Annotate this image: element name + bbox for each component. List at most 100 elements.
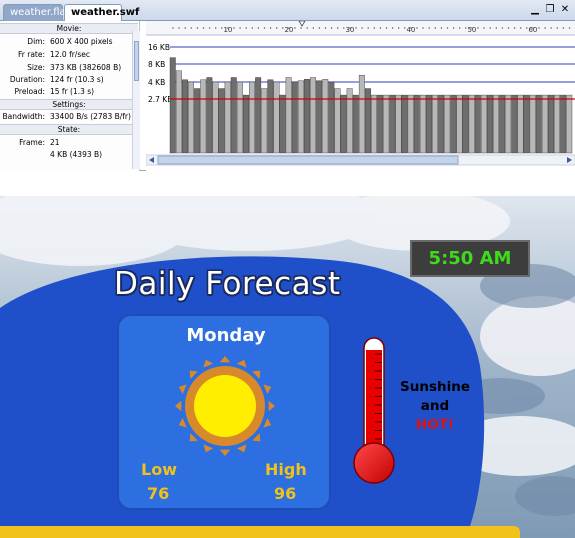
frame-bar[interactable]	[200, 79, 207, 154]
frame-bar[interactable]	[182, 79, 188, 154]
frame-bar[interactable]	[352, 94, 359, 154]
sun-ray	[203, 359, 214, 368]
movie-stage: 5:50 AM Daily Forecast Monday Low 76 Hig…	[0, 196, 575, 538]
frame-bar[interactable]	[230, 77, 237, 154]
frame-bar[interactable]	[432, 94, 438, 154]
frame-bar[interactable]	[358, 75, 365, 154]
frame-bar[interactable]	[279, 94, 286, 154]
ruler-label: 20	[284, 26, 293, 34]
frame-bar[interactable]	[535, 94, 542, 154]
frame-bar[interactable]	[249, 81, 256, 154]
frame-bar[interactable]	[541, 94, 548, 154]
frame-bar[interactable]	[236, 81, 243, 154]
y-axis-label: 8 KB	[148, 60, 165, 69]
duration-label: Duration:	[9, 75, 45, 84]
frame-bar[interactable]	[285, 77, 292, 154]
frame-bar[interactable]	[224, 81, 231, 154]
ruler-tick	[257, 27, 260, 29]
frame-bar[interactable]	[371, 94, 378, 154]
restore-icon[interactable]: ❐	[544, 4, 556, 16]
frame-bar[interactable]	[401, 94, 408, 154]
frame-bar[interactable]	[267, 79, 274, 154]
ruler-tick	[318, 27, 321, 29]
frame-bar[interactable]	[493, 94, 499, 154]
graph-hscrollbar-thumb[interactable]	[157, 155, 459, 165]
frame-bar[interactable]	[218, 88, 225, 154]
frame-bar[interactable]	[291, 81, 298, 154]
info-scrollbar[interactable]	[132, 31, 140, 169]
frame-bar[interactable]	[175, 70, 182, 154]
frame-bar[interactable]	[261, 88, 268, 154]
frame-bar[interactable]	[511, 94, 518, 154]
high-value: 96	[274, 484, 297, 503]
frame-bar[interactable]	[328, 81, 335, 154]
frame-bar[interactable]	[255, 77, 262, 154]
sun-ray	[203, 444, 214, 453]
frame-bar[interactable]	[487, 94, 493, 154]
frame-bar[interactable]	[480, 94, 487, 154]
frame-bar[interactable]	[395, 94, 402, 154]
frame-bar[interactable]	[560, 94, 567, 154]
frame-bar[interactable]	[188, 81, 194, 154]
frame-bar[interactable]	[444, 94, 451, 154]
frame-bar[interactable]	[383, 94, 390, 154]
frame-bar[interactable]	[340, 94, 347, 154]
day-card: Monday Low 76 High 96	[117, 314, 331, 510]
frame-bar[interactable]	[523, 94, 530, 154]
info-scrollbar-thumb[interactable]	[134, 41, 139, 81]
frame-bar[interactable]	[297, 80, 304, 154]
sun-ray	[236, 359, 247, 368]
frame-bar[interactable]	[303, 79, 310, 154]
frame-bar[interactable]	[413, 94, 420, 154]
tab-weather-swf[interactable]: weather.swf	[64, 4, 139, 21]
close-icon[interactable]: ✕	[559, 4, 571, 16]
frame-bar[interactable]	[322, 79, 329, 154]
minimize-icon[interactable]: ▁	[529, 4, 541, 16]
frame-bar[interactable]	[316, 80, 323, 154]
ruler-tick	[208, 27, 211, 29]
frame-bar[interactable]	[377, 94, 384, 154]
frame-bar[interactable]	[206, 77, 213, 154]
ruler-tick	[544, 27, 546, 29]
frame-bar[interactable]	[334, 88, 341, 154]
frame-bar[interactable]	[364, 88, 371, 154]
frame-bar[interactable]	[169, 57, 176, 154]
ruler-tick	[556, 27, 558, 29]
tab-weather-fla[interactable]: weather.fla*	[3, 4, 71, 21]
frame-bar[interactable]	[310, 77, 317, 154]
info-row-frame-size: 4 KB (4393 B)	[0, 149, 138, 161]
ruler-tick	[465, 27, 467, 29]
frame-bar[interactable]	[212, 81, 219, 154]
frame-bar[interactable]	[419, 94, 426, 154]
frame-bar[interactable]	[554, 94, 560, 154]
frame-bar[interactable]	[566, 94, 573, 154]
ruler-tick	[434, 27, 436, 29]
ruler-tick	[330, 27, 333, 29]
frame-bar[interactable]	[499, 94, 506, 154]
ruler-tick	[306, 27, 308, 29]
frame-bar[interactable]	[389, 94, 396, 154]
frame-bar[interactable]	[529, 94, 536, 154]
frame-bar[interactable]	[242, 94, 249, 154]
frame-bar[interactable]	[450, 94, 457, 154]
frame-bar[interactable]	[462, 94, 469, 154]
frame-bar[interactable]	[407, 94, 414, 154]
sun-ray	[263, 417, 272, 428]
frame-bar[interactable]	[468, 94, 475, 154]
ruler-tick	[245, 27, 247, 29]
frame-bar[interactable]	[346, 88, 353, 154]
bandwidth-graph[interactable]: 10 20 30 40 50 60 16 KB 8 KB 4 KB 2.7 KB	[146, 21, 575, 171]
frame-bar[interactable]	[517, 94, 524, 154]
ruler-tick	[263, 27, 266, 29]
frame-bar[interactable]	[438, 94, 445, 154]
frame-bar[interactable]	[548, 94, 554, 154]
frame-bar[interactable]	[426, 94, 432, 154]
frame-bar[interactable]	[273, 81, 280, 154]
frame-ruler[interactable]	[146, 21, 575, 35]
frame-bar[interactable]	[474, 94, 481, 154]
ruler-label: 30	[345, 26, 354, 34]
frame-bar[interactable]	[456, 94, 463, 154]
frame-bar[interactable]	[505, 94, 512, 154]
ruler-tick	[495, 27, 497, 29]
frame-bar[interactable]	[194, 88, 201, 154]
